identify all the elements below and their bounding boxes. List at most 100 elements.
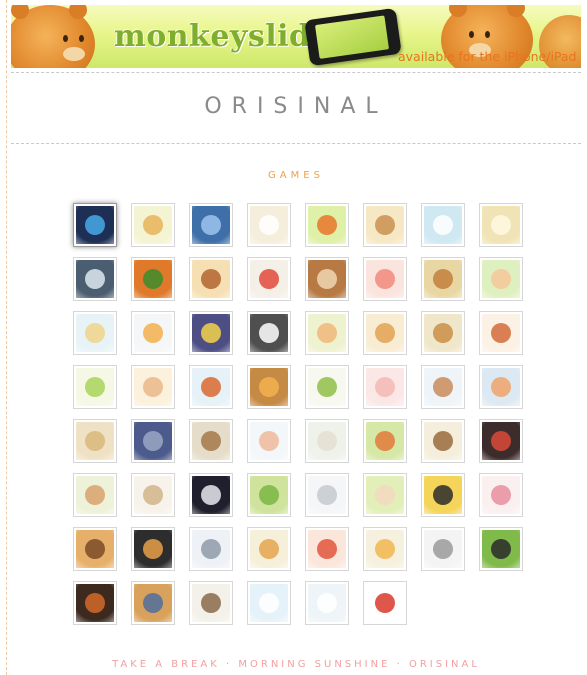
puppy-icon [192,260,230,298]
game-tile[interactable] [421,203,465,247]
sky-icon [250,584,288,622]
game-tile[interactable] [479,365,523,409]
game-tile[interactable] [363,527,407,571]
game-tile[interactable] [305,311,349,355]
game-tile[interactable] [247,311,291,355]
game-tile[interactable] [305,473,349,517]
footer-text: TAKE A BREAK · MORNING SUNSHINE · ORISIN… [112,659,480,670]
game-tile[interactable] [305,365,349,409]
game-tile[interactable] [305,203,349,247]
game-tile[interactable] [247,527,291,571]
game-tile[interactable] [247,365,291,409]
game-tile[interactable] [73,257,117,301]
moon-icon [192,476,230,514]
game-tile[interactable] [363,581,407,625]
divider [11,72,581,73]
brown-bear-icon [192,422,230,460]
game-tile[interactable] [247,203,291,247]
game-tile[interactable] [189,581,233,625]
monkeyslide-banner[interactable]: monkeyslide available for the iPhone/iPa… [11,5,581,68]
dragonfly-icon [366,422,404,460]
game-tile[interactable] [479,419,523,463]
frog-icon [250,476,288,514]
game-tile[interactable] [363,257,407,301]
monkey-icon [424,260,462,298]
egg-icon [76,476,114,514]
game-tile[interactable] [73,581,117,625]
game-tile[interactable] [131,473,175,517]
game-tile[interactable] [247,419,291,463]
bird-hill-icon [308,314,346,352]
child-icon [424,368,462,406]
mouse-icon [308,422,346,460]
robot-bear-icon [134,422,172,460]
game-tile[interactable] [363,203,407,247]
chicken-icon [250,206,288,244]
game-tile[interactable] [305,527,349,571]
game-tile[interactable] [421,257,465,301]
game-tile[interactable] [363,419,407,463]
game-tile[interactable] [479,527,523,571]
game-tile[interactable] [131,311,175,355]
game-tile[interactable] [421,473,465,517]
game-tile[interactable] [131,203,175,247]
game-tile[interactable] [247,473,291,517]
game-tile[interactable] [131,527,175,571]
cottage-icon [366,206,404,244]
game-tile[interactable] [73,527,117,571]
game-tile[interactable] [189,527,233,571]
boy-icon [482,314,520,352]
pig-icon [366,368,404,406]
bee-icon [76,314,114,352]
bumblebee-icon [424,476,462,514]
window-apple-icon [250,260,288,298]
banner-logo-text: monkeyslide [114,19,331,54]
game-tile[interactable] [247,581,291,625]
game-tile[interactable] [479,311,523,355]
raccoon-icon [424,422,462,460]
game-tile[interactable] [131,365,175,409]
game-tile[interactable] [189,257,233,301]
game-tile[interactable] [479,203,523,247]
game-tile[interactable] [189,365,233,409]
game-tile[interactable] [131,581,175,625]
game-tile[interactable] [421,365,465,409]
game-tile[interactable] [305,257,349,301]
game-tile[interactable] [363,365,407,409]
page-title[interactable]: ORISINAL [11,94,581,119]
game-tile[interactable] [73,365,117,409]
game-tile[interactable] [305,419,349,463]
game-tile[interactable] [73,419,117,463]
hedgehog-icon [76,422,114,460]
bear-left-icon [11,5,95,68]
nest-bird-icon [250,368,288,406]
game-tile[interactable] [421,311,465,355]
game-tile[interactable] [73,311,117,355]
game-tile[interactable] [247,257,291,301]
game-tile[interactable] [73,203,117,247]
game-tile[interactable] [363,473,407,517]
game-tile[interactable] [479,257,523,301]
game-tile[interactable] [421,419,465,463]
game-tile[interactable] [189,311,233,355]
game-tile[interactable] [189,473,233,517]
game-tile[interactable] [73,473,117,517]
cow-field-icon [482,530,520,568]
giraffe-icon [134,206,172,244]
cats-icon [250,314,288,352]
game-tile[interactable] [363,311,407,355]
page-left-guide [6,0,7,675]
blue-chair-icon [192,206,230,244]
jewel-blocks-icon [482,422,520,460]
hamster-leaf-icon [482,260,520,298]
game-tile[interactable] [305,581,349,625]
game-tile[interactable] [131,257,175,301]
game-tile[interactable] [421,527,465,571]
game-tile[interactable] [479,473,523,517]
game-tile[interactable] [189,203,233,247]
balloon-icon [366,530,404,568]
game-tile[interactable] [189,419,233,463]
game-tile[interactable] [131,419,175,463]
bluebird-icon [76,206,114,244]
banner-availability-text: available for the iPhone/iPad [398,49,577,64]
